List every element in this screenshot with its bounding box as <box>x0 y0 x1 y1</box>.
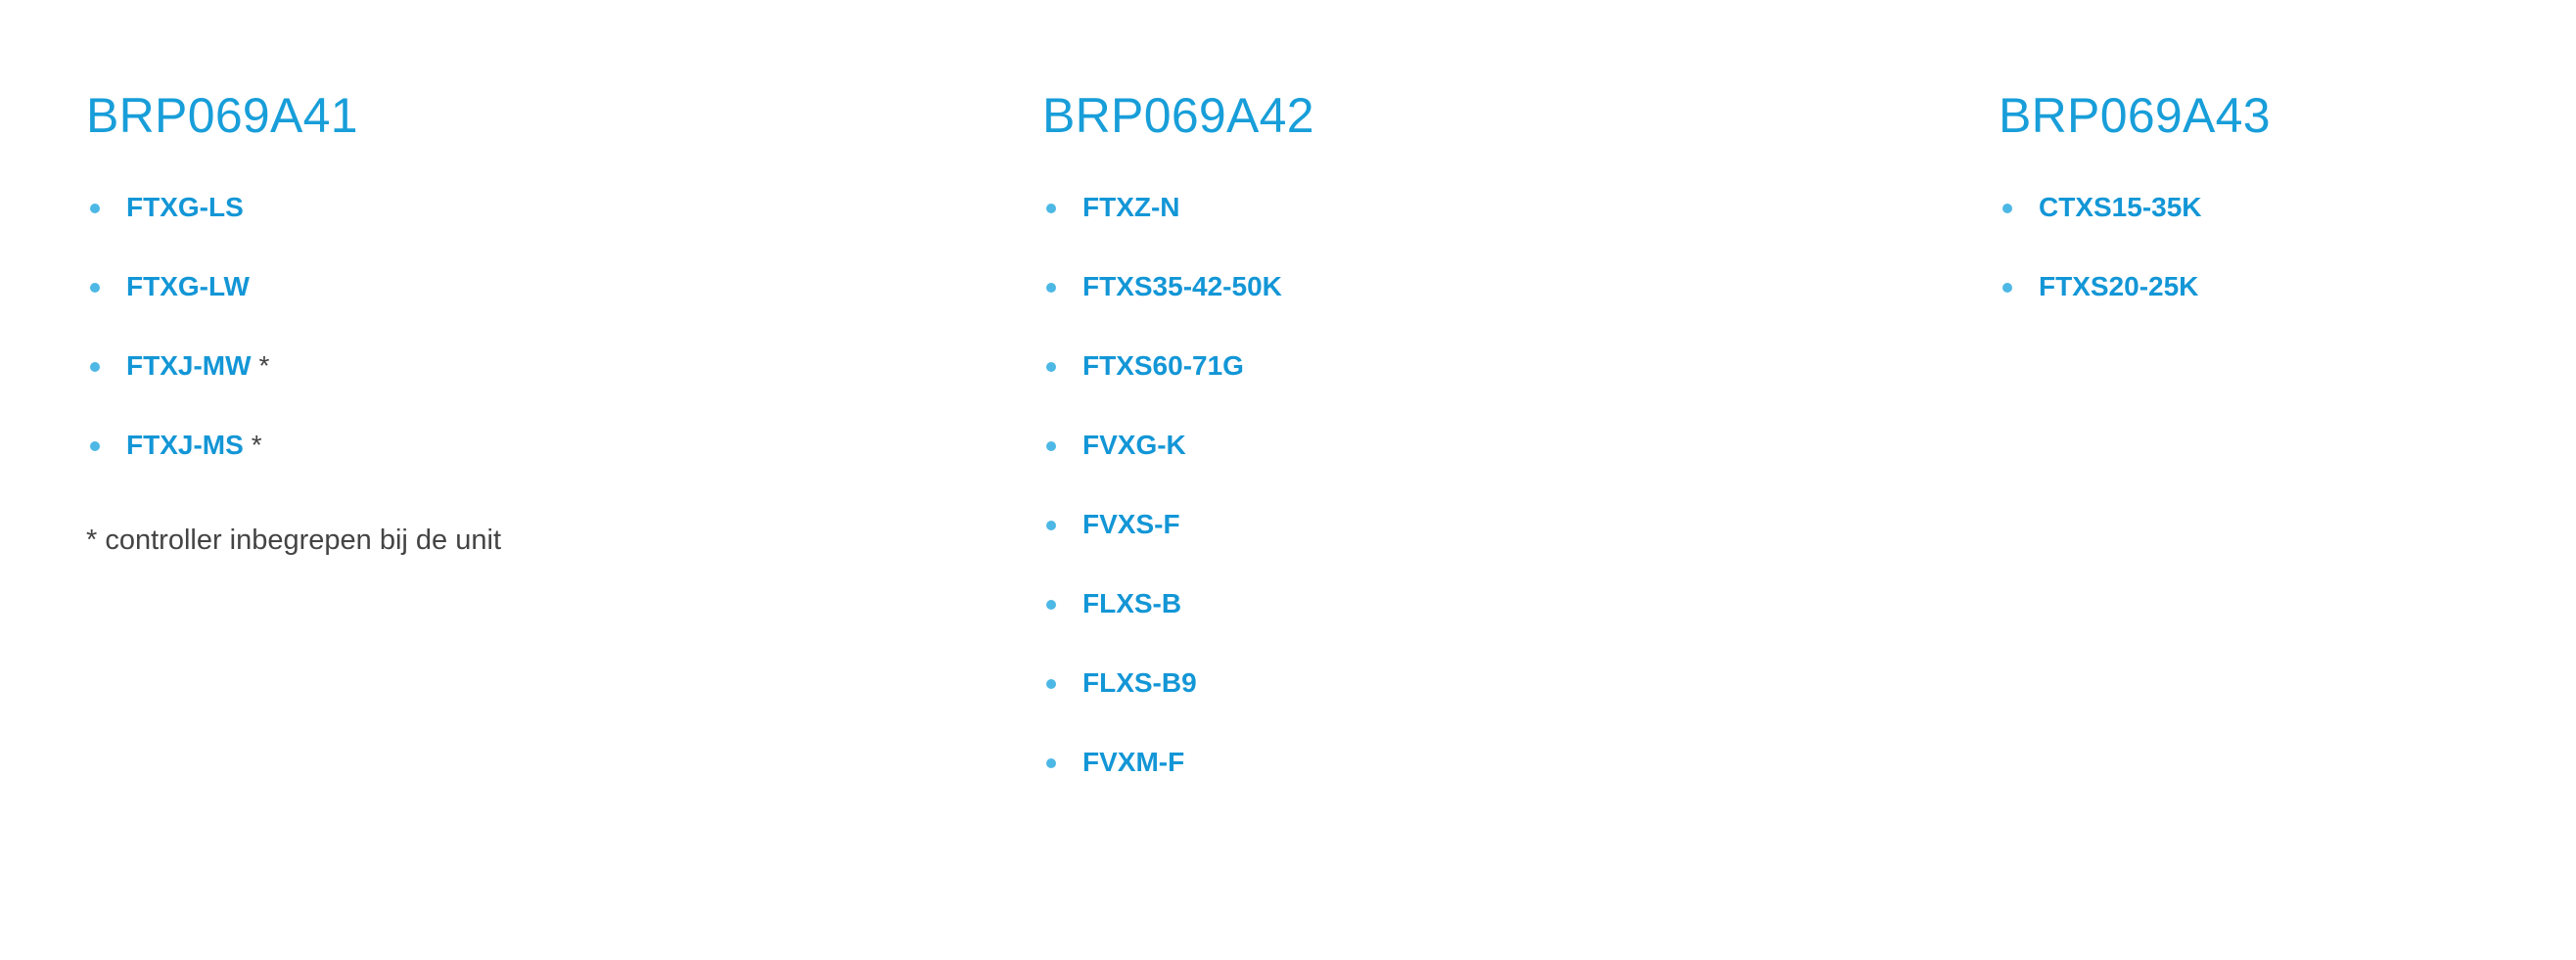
list-item: FVXG-K <box>1042 422 1314 501</box>
bullet-icon <box>1046 758 1056 768</box>
model-link-fvxm-f[interactable]: FVXM-F <box>1082 747 1184 777</box>
model-link-ftxs35-42-50k[interactable]: FTXS35-42-50K <box>1082 271 1282 301</box>
column-brp069a42: BRP069A42 FTXZ-N FTXS35-42-50K FTXS60-71… <box>1042 86 1314 818</box>
adapter-compatibility-columns: BRP069A41 FTXG-LS FTXG-LW FTXJ-MW * FTXJ-… <box>0 0 2576 960</box>
model-link-ftxz-n[interactable]: FTXZ-N <box>1082 192 1180 222</box>
model-list: FTXZ-N FTXS35-42-50K FTXS60-71G FVXG-K F… <box>1042 184 1314 818</box>
list-item: FTXG-LW <box>86 263 501 343</box>
asterisk-mark: * <box>251 430 262 460</box>
list-item: FTXS35-42-50K <box>1042 263 1314 343</box>
bullet-icon <box>1046 204 1056 213</box>
list-item: FVXS-F <box>1042 501 1314 580</box>
bullet-icon <box>2002 283 2012 293</box>
column-title: BRP069A43 <box>1999 88 2271 143</box>
bullet-icon <box>90 283 100 293</box>
column-brp069a43: BRP069A43 CTXS15-35K FTXS20-25K <box>1999 86 2271 343</box>
model-link-ftxj-mw[interactable]: FTXJ-MW <box>126 350 252 381</box>
model-link-ftxg-lw[interactable]: FTXG-LW <box>126 271 250 301</box>
bullet-icon <box>2002 204 2012 213</box>
bullet-icon <box>1046 362 1056 372</box>
column-title: BRP069A41 <box>86 88 358 143</box>
bullet-icon <box>1046 521 1056 530</box>
model-link-ftxj-ms[interactable]: FTXJ-MS <box>126 430 244 460</box>
list-item: FVXM-F <box>1042 739 1314 818</box>
model-list: CTXS15-35K FTXS20-25K <box>1999 184 2271 343</box>
model-link-fvxs-f[interactable]: FVXS-F <box>1082 509 1180 539</box>
list-item: CTXS15-35K <box>1999 184 2271 263</box>
model-list: FTXG-LS FTXG-LW FTXJ-MW * FTXJ-MS * <box>86 184 501 501</box>
bullet-icon <box>90 204 100 213</box>
model-link-ftxg-ls[interactable]: FTXG-LS <box>126 192 244 222</box>
model-link-ctxs15-35k[interactable]: CTXS15-35K <box>2039 192 2202 222</box>
bullet-icon <box>1046 679 1056 689</box>
list-item: FTXS20-25K <box>1999 263 2271 343</box>
bullet-icon <box>1046 600 1056 610</box>
list-item: FTXJ-MW * <box>86 343 501 422</box>
bullet-icon <box>90 362 100 372</box>
model-link-fvxg-k[interactable]: FVXG-K <box>1082 430 1186 460</box>
list-item: FLXS-B <box>1042 580 1314 660</box>
column-title: BRP069A42 <box>1042 88 1314 143</box>
footnote: * controller inbegrepen bij de unit <box>86 525 501 556</box>
model-link-ftxs60-71g[interactable]: FTXS60-71G <box>1082 350 1244 381</box>
asterisk-mark: * <box>258 350 270 381</box>
bullet-icon <box>1046 283 1056 293</box>
list-item: FLXS-B9 <box>1042 660 1314 739</box>
list-item: FTXJ-MS * <box>86 422 501 501</box>
bullet-icon <box>1046 441 1056 451</box>
model-link-ftxs20-25k[interactable]: FTXS20-25K <box>2039 271 2198 301</box>
model-link-flxs-b[interactable]: FLXS-B <box>1082 588 1181 618</box>
model-link-flxs-b9[interactable]: FLXS-B9 <box>1082 667 1197 698</box>
bullet-icon <box>90 441 100 451</box>
column-brp069a41: BRP069A41 FTXG-LS FTXG-LW FTXJ-MW * FTXJ-… <box>86 86 501 560</box>
list-item: FTXS60-71G <box>1042 343 1314 422</box>
list-item: FTXZ-N <box>1042 184 1314 263</box>
list-item: FTXG-LS <box>86 184 501 263</box>
